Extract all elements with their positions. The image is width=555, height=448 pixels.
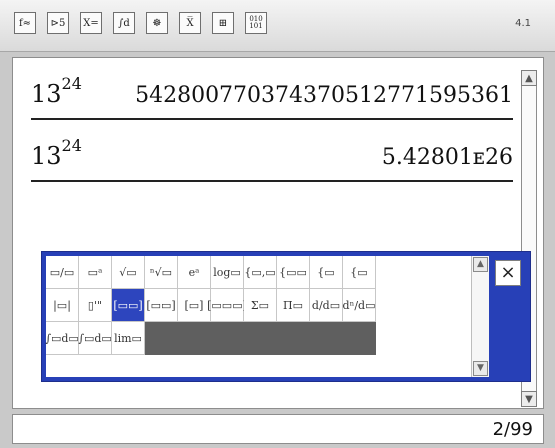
- template-definite-integral[interactable]: ∫▭d▭: [45, 322, 79, 355]
- history-row-approx[interactable]: 1324 5.42801ᴇ26: [31, 124, 513, 182]
- status-bar: 2/99: [12, 414, 544, 444]
- app-window: f≈ ⊳5 X= ∫d ☸ X̅ ⊞ 010 101 4.1 1324 5428…: [0, 0, 555, 448]
- template-abs[interactable]: |▭|: [46, 289, 79, 322]
- template-derivative[interactable]: d/d▭: [310, 289, 343, 322]
- template-matrix-2x2[interactable]: [▭▭]: [112, 289, 145, 322]
- palette-scrollbar[interactable]: ▲ ▼: [471, 256, 489, 377]
- result: 5.42801ᴇ26: [381, 145, 513, 170]
- template-matrix-mxn[interactable]: [▭▭▭]: [207, 289, 247, 322]
- template-nth-derivative[interactable]: dⁿ/d▭: [343, 289, 376, 322]
- scroll-down-icon[interactable]: ▼: [521, 391, 537, 407]
- template-system-3[interactable]: {▭: [343, 256, 376, 289]
- template-nth-root[interactable]: ⁿ√▭: [145, 256, 178, 289]
- toolbar-button-2[interactable]: ⊳5: [47, 12, 69, 34]
- palette-empty-area: [145, 322, 376, 355]
- calculation-area: 1324 542800770374370512771595361 1324 5.…: [12, 57, 544, 409]
- template-piecewise-2[interactable]: {▭,▭: [244, 256, 277, 289]
- template-exp[interactable]: eᵃ: [178, 256, 211, 289]
- template-system-2[interactable]: {▭: [310, 256, 343, 289]
- toolbar-button-7[interactable]: ⊞: [212, 12, 234, 34]
- version-label: 4.1: [515, 18, 531, 29]
- template-power[interactable]: ▭ᵃ: [79, 256, 112, 289]
- template-sqrt[interactable]: √▭: [112, 256, 145, 289]
- exponent: 24: [61, 74, 82, 93]
- toolbar-button-6[interactable]: X̅: [179, 12, 201, 34]
- template-limit[interactable]: lim▭: [112, 322, 145, 355]
- template-grid: ▭/▭ ▭ᵃ √▭ ⁿ√▭ eᵃ log▭ {▭,▭ {▭▭ {▭ {▭ |▭|…: [45, 256, 471, 377]
- history-row-exact[interactable]: 1324 542800770374370512771595361: [31, 70, 513, 120]
- toolbar: f≈ ⊳5 X= ∫d ☸ X̅ ⊞ 010 101 4.1: [0, 0, 555, 52]
- template-log[interactable]: log▭: [211, 256, 244, 289]
- expression: 1324: [31, 74, 82, 108]
- base: 13: [31, 142, 62, 170]
- template-column-vector[interactable]: [▭]: [178, 289, 211, 322]
- template-piecewise-3[interactable]: {▭▭: [277, 256, 310, 289]
- template-product[interactable]: Π▭: [277, 289, 310, 322]
- template-palette: ▭/▭ ▭ᵃ √▭ ⁿ√▭ eᵃ log▭ {▭,▭ {▭▭ {▭ {▭ |▭|…: [41, 251, 531, 382]
- expression: 1324: [31, 136, 82, 170]
- base: 13: [31, 80, 62, 108]
- close-icon[interactable]: ×: [495, 260, 521, 286]
- exponent: 24: [61, 136, 82, 155]
- palette-scroll-down-icon[interactable]: ▼: [473, 361, 488, 376]
- toolbar-button-4[interactable]: ∫d: [113, 12, 135, 34]
- toolbar-button-3[interactable]: X=: [80, 12, 102, 34]
- toolbar-button-8[interactable]: 010 101: [245, 12, 267, 34]
- toolbar-button-1[interactable]: f≈: [14, 12, 36, 34]
- template-fraction[interactable]: ▭/▭: [46, 256, 79, 289]
- page-counter: 2/99: [492, 419, 533, 440]
- scroll-up-icon[interactable]: ▲: [521, 70, 537, 86]
- template-row-vector[interactable]: [▭▭]: [145, 289, 178, 322]
- template-dms[interactable]: ▯'": [79, 289, 112, 322]
- template-sum[interactable]: Σ▭: [244, 289, 277, 322]
- toolbar-button-5[interactable]: ☸: [146, 12, 168, 34]
- template-indefinite-integral[interactable]: ∫▭d▭: [78, 322, 112, 355]
- result: 542800770374370512771595361: [135, 83, 513, 108]
- palette-scroll-up-icon[interactable]: ▲: [473, 257, 488, 272]
